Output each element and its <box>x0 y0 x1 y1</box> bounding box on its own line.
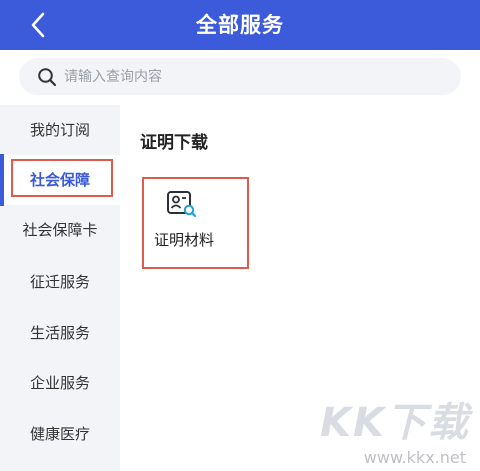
sidebar-item-enterprise-services[interactable]: 企业服务 <box>0 358 120 408</box>
top-bar: 全部服务 <box>0 0 480 50</box>
watermark-logo: KK下载 <box>320 400 470 446</box>
highlight-box-sidebar <box>11 159 113 197</box>
sidebar-item-relocation-services[interactable]: 征迁服务 <box>0 257 120 307</box>
active-indicator <box>0 154 4 206</box>
sidebar-item-life-services[interactable]: 生活服务 <box>0 308 120 358</box>
section-title: 证明下载 <box>140 133 208 153</box>
sidebar-item-my-subscriptions[interactable]: 我的订阅 <box>0 105 120 155</box>
tile-label: 证明材料 <box>153 231 214 249</box>
page-title: 全部服务 <box>196 13 284 37</box>
app-screen: 全部服务 我的订阅 社会保障 社会保障卡 征迁服务 生活服务 企业服务 健康医疗… <box>0 0 480 471</box>
search-area <box>0 50 480 105</box>
sidebar-item-social-security-card[interactable]: 社会保障卡 <box>0 205 120 255</box>
certificate-search-icon <box>167 191 197 218</box>
search-input[interactable] <box>64 61 424 92</box>
search-icon <box>36 66 58 88</box>
certificate-materials-tile[interactable]: 证明材料 <box>142 177 249 269</box>
watermark-url: www.kkx.net <box>363 448 466 467</box>
sidebar-item-health-medical[interactable]: 健康医疗 <box>0 409 120 459</box>
watermark: KK下载 www.kkx.net <box>308 390 480 471</box>
search-box[interactable] <box>19 58 461 95</box>
